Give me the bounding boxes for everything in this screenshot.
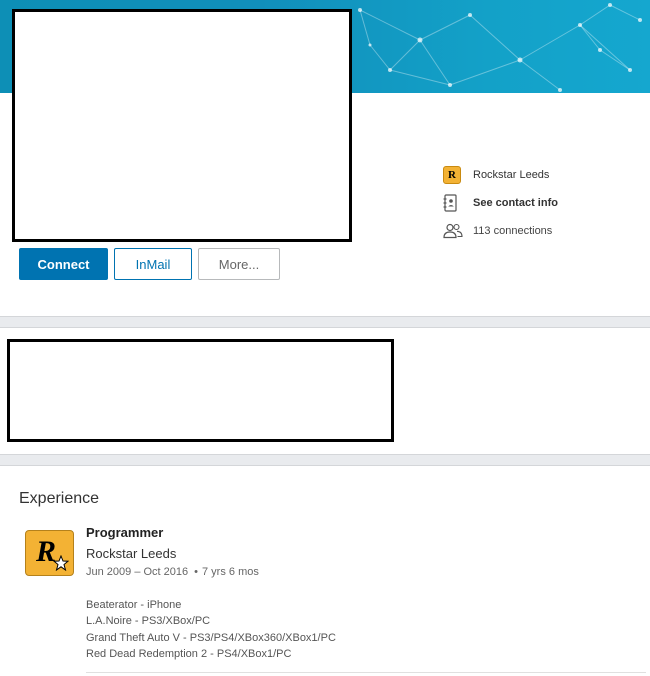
- experience-section: Experience R Programmer Rockstar Leeds J…: [0, 465, 650, 676]
- rockstar-logo-icon: R: [443, 166, 461, 184]
- description-line: Red Dead Redemption 2 - PS4/XBox1/PC: [86, 647, 292, 660]
- description-line: L.A.Noire - PS3/XBox/PC: [86, 615, 211, 628]
- experience-description: Beaterator - iPhone L.A.Noire - PS3/XBox…: [86, 597, 336, 662]
- star-icon: [53, 555, 69, 571]
- connections-label: 113 connections: [473, 225, 553, 237]
- profile-page: Connect InMail More... R Rockstar Leeds: [0, 0, 650, 676]
- contact-book-icon: [443, 194, 457, 212]
- summary-card: [0, 327, 650, 455]
- more-button[interactable]: More...: [198, 248, 280, 280]
- rockstar-logo-icon[interactable]: R: [25, 530, 74, 576]
- contact-info-label: See contact info: [473, 197, 558, 209]
- connections-link[interactable]: 113 connections: [443, 220, 552, 242]
- current-company-link[interactable]: R Rockstar Leeds: [443, 164, 549, 186]
- experience-duration: 7 yrs 6 mos: [202, 566, 259, 578]
- experience-date-range: Jun 2009 – Oct 2016: [86, 566, 189, 578]
- inmail-button[interactable]: InMail: [114, 248, 192, 280]
- experience-company-name: Rockstar Leeds: [86, 546, 177, 561]
- people-icon: [443, 223, 463, 239]
- divider: [86, 672, 646, 673]
- description-line: Beaterator - iPhone: [86, 599, 182, 611]
- redacted-profile-photo-and-name: [12, 9, 352, 242]
- experience-heading: Experience: [19, 490, 100, 507]
- redacted-summary: [7, 339, 394, 442]
- separator-dot: •: [194, 566, 198, 578]
- contact-info-link[interactable]: See contact info: [443, 192, 558, 214]
- experience-job-title[interactable]: Programmer: [86, 525, 163, 540]
- description-line: Grand Theft Auto V - PS3/PS4/XBox360/XBo…: [86, 631, 336, 644]
- profile-top-card: Connect InMail More... R Rockstar Leeds: [0, 0, 650, 317]
- current-company-label: Rockstar Leeds: [473, 169, 550, 181]
- experience-dates: Jun 2009 – Oct 2016 • 7 yrs 6 mos: [86, 566, 259, 578]
- connect-button[interactable]: Connect: [19, 248, 108, 280]
